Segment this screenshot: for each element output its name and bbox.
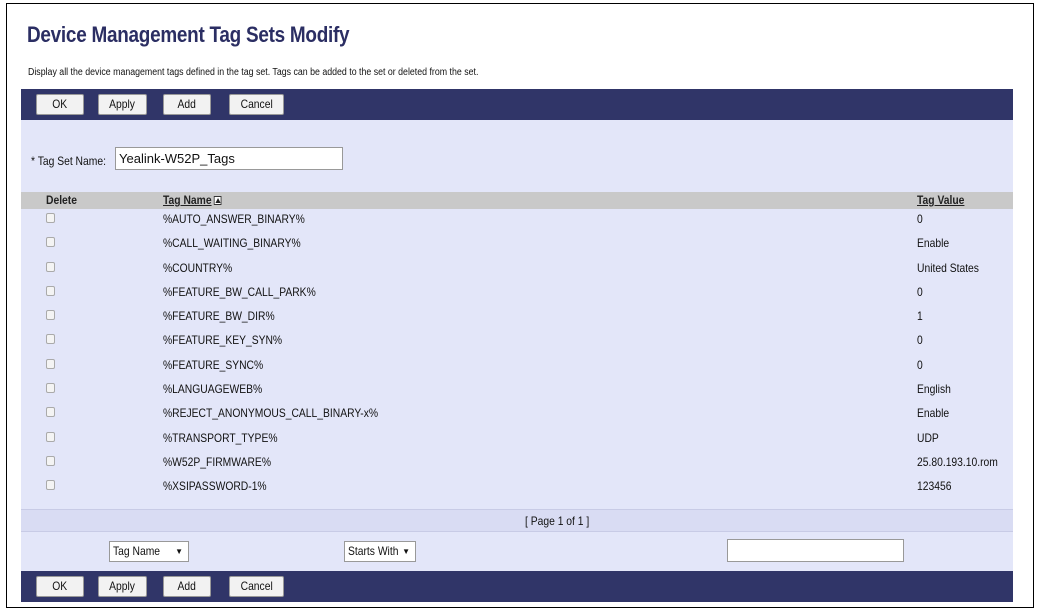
- search-mode-select[interactable]: Starts With ▼: [344, 541, 416, 562]
- delete-checkbox[interactable]: [46, 383, 55, 394]
- delete-checkbox[interactable]: [46, 237, 55, 248]
- table-row: %COUNTRY% United States: [21, 259, 1013, 283]
- dropdown-arrow-icon: ▼: [402, 547, 410, 556]
- tag-value-cell: UDP: [917, 430, 939, 445]
- top-toolbar: OK Apply Add Cancel: [21, 89, 1013, 120]
- tag-name-cell[interactable]: %CALL_WAITING_BINARY%: [163, 236, 301, 250]
- tag-value-cell: United States: [917, 260, 979, 275]
- pagination-bar: [ Page 1 of 1 ]: [21, 509, 1013, 532]
- tag-name-cell[interactable]: %REJECT_ANONYMOUS_CALL_BINARY-x%: [163, 406, 378, 420]
- tag-name-cell[interactable]: %XSIPASSWORD-1%: [163, 479, 267, 493]
- tag-value-cell: Enable: [917, 236, 950, 251]
- delete-checkbox[interactable]: [46, 285, 55, 296]
- tag-name-cell[interactable]: %TRANSPORT_TYPE%: [163, 431, 278, 445]
- tag-value-column-header[interactable]: Tag Value: [917, 193, 964, 207]
- delete-checkbox[interactable]: [46, 261, 55, 272]
- table-row: %W52P_FIRMWARE% 25.80.193.10.rom: [21, 453, 1013, 477]
- tag-name-cell[interactable]: %FEATURE_BW_DIR%: [163, 309, 275, 323]
- tag-value-cell: English: [917, 382, 951, 397]
- add-button[interactable]: Add: [163, 576, 211, 597]
- page-description: Display all the device management tags d…: [28, 67, 479, 78]
- table-row: %LANGUAGEWEB% English: [21, 380, 1013, 404]
- apply-button[interactable]: Apply: [98, 576, 147, 597]
- tag-set-name-label: * Tag Set Name:: [31, 154, 106, 168]
- cancel-button-label: Cancel: [240, 97, 273, 111]
- tag-name-cell[interactable]: %COUNTRY%: [163, 261, 232, 275]
- tag-value-cell: 0: [917, 333, 923, 348]
- delete-checkbox[interactable]: [46, 431, 55, 442]
- add-button-label: Add: [177, 579, 197, 593]
- dropdown-arrow-icon: ▼: [175, 547, 183, 556]
- sort-ascending-icon[interactable]: [214, 196, 222, 205]
- cancel-button-label: Cancel: [240, 579, 273, 593]
- apply-button[interactable]: Apply: [98, 94, 147, 115]
- table-row: %FEATURE_BW_CALL_PARK% 0: [21, 283, 1013, 307]
- search-mode-select-value: Starts With: [348, 544, 399, 558]
- table-row: %XSIPASSWORD-1% 123456: [21, 477, 1013, 501]
- table-header: Delete Tag Name Tag Value: [21, 192, 1013, 209]
- tag-value-cell: Enable: [917, 406, 950, 421]
- delete-checkbox[interactable]: [46, 213, 55, 223]
- table-row: %REJECT_ANONYMOUS_CALL_BINARY-x% Enable: [21, 404, 1013, 428]
- bottom-toolbar: OK Apply Add Cancel: [21, 571, 1013, 602]
- table-row: %AUTO_ANSWER_BINARY% 0: [21, 210, 1013, 234]
- apply-button-label: Apply: [109, 97, 136, 111]
- tag-value-cell: 25.80.193.10.rom: [917, 454, 998, 469]
- tag-name-cell[interactable]: %FEATURE_BW_CALL_PARK%: [163, 285, 316, 299]
- tag-name-cell[interactable]: %W52P_FIRMWARE%: [163, 455, 271, 469]
- ok-button-label: OK: [52, 579, 68, 593]
- tag-list: %AUTO_ANSWER_BINARY% 0 %CALL_WAITING_BINA…: [21, 210, 1013, 502]
- tag-set-panel: * Tag Set Name: Delete Tag Name Tag Valu…: [21, 120, 1013, 571]
- tag-name-cell[interactable]: %FEATURE_KEY_SYN%: [163, 333, 282, 347]
- apply-button-label: Apply: [109, 579, 136, 593]
- tag-name-cell[interactable]: %AUTO_ANSWER_BINARY%: [163, 212, 305, 226]
- tag-value-cell: 0: [917, 357, 923, 372]
- tag-value-cell: 0: [917, 212, 923, 226]
- ok-button[interactable]: OK: [36, 94, 84, 115]
- delete-checkbox[interactable]: [46, 310, 55, 321]
- delete-checkbox[interactable]: [46, 334, 55, 345]
- page-title: Device Management Tag Sets Modify: [27, 22, 350, 47]
- search-field-select[interactable]: Tag Name ▼: [109, 541, 189, 562]
- tag-value-cell: 1: [917, 309, 923, 324]
- add-button-label: Add: [177, 97, 197, 111]
- delete-checkbox[interactable]: [46, 358, 55, 369]
- tag-name-cell[interactable]: %FEATURE_SYNC%: [163, 358, 263, 372]
- delete-column-header: Delete: [46, 193, 77, 207]
- tag-value-cell: 0: [917, 284, 923, 299]
- search-input[interactable]: [727, 539, 904, 562]
- tag-name-column-header[interactable]: Tag Name: [163, 193, 222, 207]
- tag-set-name-input[interactable]: [115, 147, 343, 170]
- tag-value-cell: 123456: [917, 479, 952, 494]
- delete-checkbox[interactable]: [46, 407, 55, 418]
- ok-button-label: OK: [52, 97, 68, 111]
- cancel-button[interactable]: Cancel: [229, 94, 284, 115]
- tag-name-header-label[interactable]: Tag Name: [163, 193, 212, 207]
- page-indicator: [ Page 1 of 1 ]: [525, 514, 590, 528]
- delete-checkbox[interactable]: [46, 480, 55, 491]
- delete-checkbox[interactable]: [46, 455, 55, 466]
- tag-name-cell[interactable]: %LANGUAGEWEB%: [163, 382, 262, 396]
- table-row: %CALL_WAITING_BINARY% Enable: [21, 234, 1013, 258]
- cancel-button[interactable]: Cancel: [229, 576, 284, 597]
- search-field-select-value: Tag Name: [113, 544, 161, 558]
- ok-button[interactable]: OK: [36, 576, 84, 597]
- table-row: %FEATURE_SYNC% 0: [21, 356, 1013, 380]
- table-row: %TRANSPORT_TYPE% UDP: [21, 429, 1013, 453]
- table-row: %FEATURE_KEY_SYN% 0: [21, 331, 1013, 355]
- table-row: %FEATURE_BW_DIR% 1: [21, 307, 1013, 331]
- add-button[interactable]: Add: [163, 94, 211, 115]
